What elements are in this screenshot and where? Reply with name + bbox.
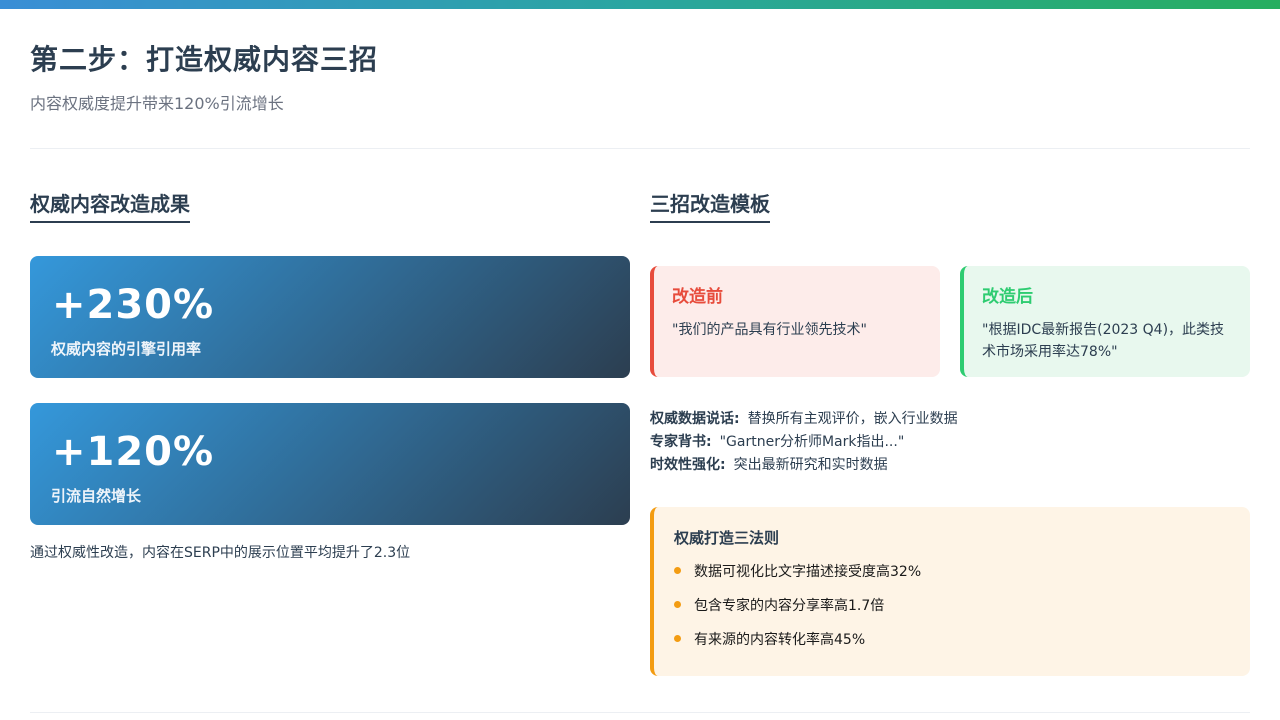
tip-item: 专家背书: "Gartner分析师Mark指出..."	[650, 431, 958, 454]
stat-value: +230%	[52, 282, 215, 328]
template-heading: 三招改造模板	[650, 188, 770, 223]
results-note: 通过权威性改造，内容在SERP中的展示位置平均提升了2.3位	[30, 545, 411, 561]
tip-text: 突出最新研究和实时数据	[733, 457, 888, 473]
results-heading: 权威内容改造成果	[30, 188, 190, 223]
header-divider	[30, 148, 1250, 149]
tip-label: 专家背书:	[650, 434, 712, 450]
stat-card-organic-growth: +120% 引流自然增长	[30, 403, 630, 525]
page-subtitle: 内容权威度提升带来120%引流增长	[30, 94, 284, 113]
list-item: 包含专家的内容分享率高1.7倍	[674, 596, 1230, 630]
after-text: "根据IDC最新报告(2023 Q4)，此类技术市场采用率达78%"	[982, 322, 1225, 360]
tip-item: 时效性强化: 突出最新研究和实时数据	[650, 454, 958, 477]
tip-item: 权威数据说话: 替换所有主观评价，嵌入行业数据	[650, 408, 958, 431]
tip-text: 替换所有主观评价，嵌入行业数据	[747, 411, 958, 427]
list-item: 有来源的内容转化率高45%	[674, 630, 1230, 664]
top-accent-bar	[0, 0, 1280, 9]
after-title: 改造后	[982, 287, 1033, 307]
stat-label: 引流自然增长	[51, 487, 142, 505]
stat-value: +120%	[52, 429, 215, 475]
page-title: 第二步：打造权威内容三招	[30, 43, 379, 76]
before-text: "我们的产品具有行业领先技术"	[672, 322, 867, 338]
list-item: 数据可视化比文字描述接受度高32%	[674, 562, 1230, 596]
bullet-dot-icon	[674, 601, 681, 608]
rules-list: 数据可视化比文字描述接受度高32% 包含专家的内容分享率高1.7倍 有来源的内容…	[674, 562, 1230, 664]
after-card: 改造后 "根据IDC最新报告(2023 Q4)，此类技术市场采用率达78%"	[960, 266, 1250, 377]
tip-label: 权威数据说话:	[650, 411, 740, 427]
bullet-dot-icon	[674, 635, 681, 642]
before-title: 改造前	[672, 287, 723, 307]
stat-label: 权威内容的引擎引用率	[51, 340, 202, 358]
rules-title: 权威打造三法则	[674, 529, 780, 547]
bullet-dot-icon	[674, 567, 681, 574]
footer-divider	[30, 712, 1250, 713]
rule-text: 数据可视化比文字描述接受度高32%	[694, 564, 922, 580]
tip-label: 时效性强化:	[650, 457, 726, 473]
rule-text: 有来源的内容转化率高45%	[694, 632, 866, 648]
tips-list: 权威数据说话: 替换所有主观评价，嵌入行业数据 专家背书: "Gartner分析师M…	[650, 408, 958, 477]
rule-text: 包含专家的内容分享率高1.7倍	[694, 598, 885, 614]
tip-text: "Gartner分析师Mark指出..."	[719, 434, 905, 450]
stat-card-citation-rate: +230% 权威内容的引擎引用率	[30, 256, 630, 378]
before-card: 改造前 "我们的产品具有行业领先技术"	[650, 266, 940, 377]
rules-card: 权威打造三法则 数据可视化比文字描述接受度高32% 包含专家的内容分享率高1.7…	[650, 507, 1250, 676]
